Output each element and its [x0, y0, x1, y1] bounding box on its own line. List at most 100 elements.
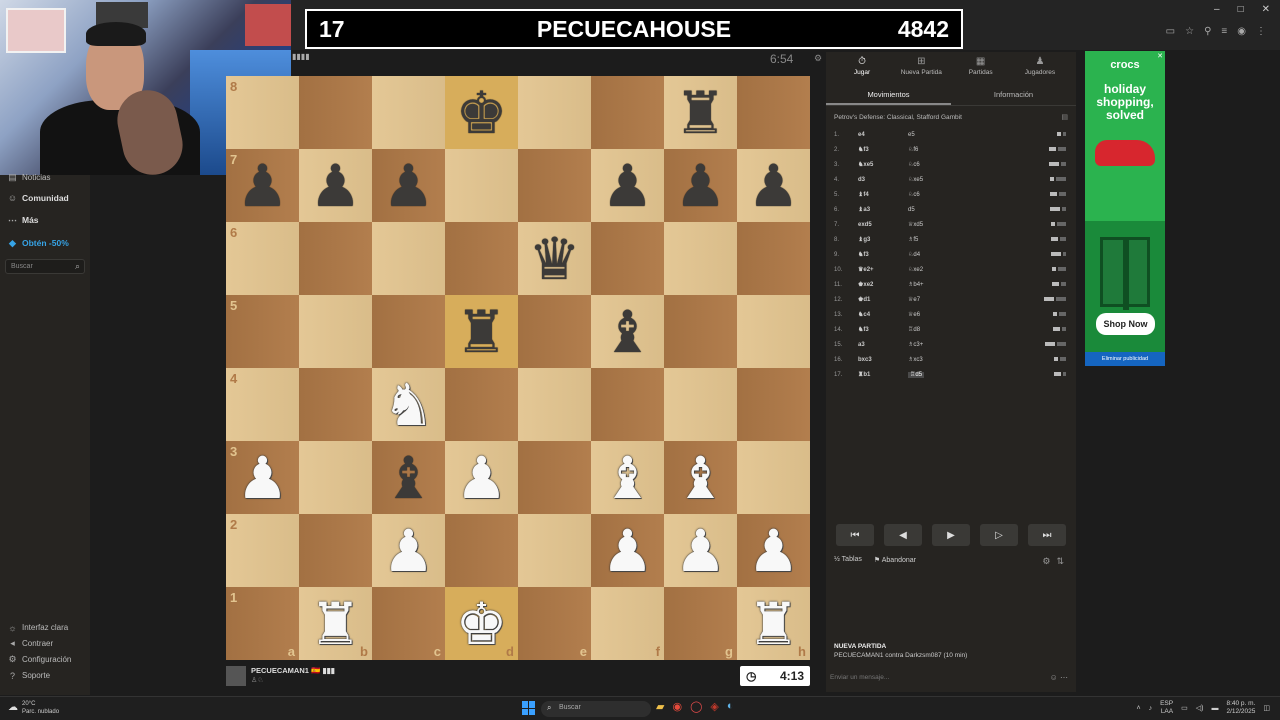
- sidebar-item-community[interactable]: ☺ Comunidad: [8, 193, 69, 203]
- white-move[interactable]: ♚xe2: [858, 281, 908, 288]
- advertisement[interactable]: crocs holiday shopping, solved Shop Now …: [1085, 51, 1165, 366]
- tab-moves[interactable]: Movimientos: [826, 86, 951, 105]
- white-move[interactable]: e4: [858, 132, 908, 138]
- emoji-icon[interactable]: ☺ ⋯: [1050, 673, 1068, 682]
- sidebar-search-input[interactable]: Buscar ⌕: [5, 259, 85, 274]
- network-icon[interactable]: ▭: [1181, 704, 1188, 712]
- white-move[interactable]: exd5: [858, 222, 908, 228]
- square-h7[interactable]: ♟: [737, 149, 810, 222]
- white-move[interactable]: ♞c4: [858, 311, 908, 318]
- black-move[interactable]: ♗xc3: [908, 356, 1008, 363]
- close-button[interactable]: ✕: [1262, 4, 1270, 15]
- square-f8[interactable]: [591, 76, 664, 149]
- square-d7[interactable]: [445, 149, 518, 222]
- black-move[interactable]: ♘c6: [908, 191, 1008, 198]
- square-h1[interactable]: h ♜: [737, 587, 810, 660]
- sidebar-item-light-ui[interactable]: ☼ Interfaz clara: [8, 623, 68, 633]
- white-rook-piece[interactable]: ♜: [748, 595, 800, 653]
- white-move[interactable]: ♝a3: [858, 206, 908, 213]
- square-e7[interactable]: [518, 149, 591, 222]
- square-c3[interactable]: ♝: [372, 441, 445, 514]
- square-f6[interactable]: [591, 222, 664, 295]
- square-e8[interactable]: [518, 76, 591, 149]
- square-e6[interactable]: ♛: [518, 222, 591, 295]
- steam-icon[interactable]: ◐: [727, 700, 734, 713]
- square-d2[interactable]: [445, 514, 518, 587]
- square-f7[interactable]: ♟: [591, 149, 664, 222]
- white-move[interactable]: ♞f3: [858, 326, 908, 333]
- square-b7[interactable]: ♟: [299, 149, 372, 222]
- square-b6[interactable]: [299, 222, 372, 295]
- flip-board-icon[interactable]: ⇅: [1056, 556, 1064, 567]
- square-c8[interactable]: [372, 76, 445, 149]
- star-icon[interactable]: ☆: [1185, 26, 1194, 37]
- white-move[interactable]: ♛e2+: [858, 266, 908, 273]
- square-f1[interactable]: f: [591, 587, 664, 660]
- square-g7[interactable]: ♟: [664, 149, 737, 222]
- square-e5[interactable]: [518, 295, 591, 368]
- white-move[interactable]: ♞f3: [858, 146, 908, 153]
- sidebar-item-more[interactable]: ⋯ Más: [8, 215, 39, 226]
- square-c2[interactable]: ♟: [372, 514, 445, 587]
- square-a3[interactable]: 3 ♟: [226, 441, 299, 514]
- sidebar-item-collapse[interactable]: ◂ Contraer: [8, 638, 53, 648]
- white-move[interactable]: bxc3: [858, 357, 908, 363]
- taskbar-search[interactable]: ⌕ Buscar: [541, 701, 651, 717]
- square-b1[interactable]: b ♜: [299, 587, 372, 660]
- tab-new-game[interactable]: ⊞ Nueva Partida: [893, 56, 949, 86]
- play-button[interactable]: ▶: [932, 524, 970, 546]
- square-e3[interactable]: [518, 441, 591, 514]
- white-pawn-piece[interactable]: ♟: [237, 449, 289, 507]
- tab-games[interactable]: ▦ Partidas: [953, 56, 1009, 86]
- square-c6[interactable]: [372, 222, 445, 295]
- square-b2[interactable]: [299, 514, 372, 587]
- square-g3[interactable]: ♝: [664, 441, 737, 514]
- white-pawn-piece[interactable]: ♟: [748, 522, 800, 580]
- square-a7[interactable]: 7 ♟: [226, 149, 299, 222]
- black-move[interactable]: d5: [908, 207, 1008, 213]
- square-h3[interactable]: [737, 441, 810, 514]
- square-h4[interactable]: [737, 368, 810, 441]
- white-rook-piece[interactable]: ♜: [310, 595, 362, 653]
- remove-ads-link[interactable]: Eliminar publicidad: [1085, 352, 1165, 366]
- black-move[interactable]: ♕e6: [908, 311, 1008, 318]
- black-move[interactable]: ♘xe2: [908, 266, 1008, 273]
- avatar[interactable]: [226, 666, 246, 686]
- black-move[interactable]: ♗f5: [908, 236, 1008, 243]
- square-f3[interactable]: ♝: [591, 441, 664, 514]
- sidebar-item-settings[interactable]: ⚙ Configuración: [8, 654, 71, 664]
- cast-icon[interactable]: ▭: [1166, 26, 1175, 37]
- black-move[interactable]: ♘f6: [908, 146, 1008, 153]
- white-bishop-piece[interactable]: ♝: [675, 449, 727, 507]
- chat-input[interactable]: Enviar un mensaje... ☺ ⋯: [830, 672, 1072, 686]
- chrome-icon[interactable]: ◉: [672, 700, 682, 713]
- player-name[interactable]: PECUECAMAN1 🇪🇸 ▮▮▮: [251, 666, 335, 675]
- profile-icon[interactable]: ◉: [1237, 26, 1246, 37]
- square-e1[interactable]: e: [518, 587, 591, 660]
- square-g2[interactable]: ♟: [664, 514, 737, 587]
- black-move[interactable]: e5: [908, 132, 1008, 138]
- square-b3[interactable]: [299, 441, 372, 514]
- tab-players[interactable]: ♟ Jugadores: [1012, 56, 1068, 86]
- notification-icon[interactable]: ◫: [1263, 704, 1270, 712]
- white-move[interactable]: ♚d1: [858, 296, 908, 303]
- white-move[interactable]: ♞f3: [858, 251, 908, 258]
- mic-icon[interactable]: ♪: [1149, 705, 1153, 712]
- square-g5[interactable]: [664, 295, 737, 368]
- black-move[interactable]: ♖d8: [908, 326, 1008, 333]
- square-d6[interactable]: [445, 222, 518, 295]
- black-move[interactable]: ♗c3+: [908, 341, 1008, 348]
- resign-button[interactable]: ⚑ Abandonar: [874, 556, 916, 564]
- white-pawn-piece[interactable]: ♟: [456, 449, 508, 507]
- windows-start-icon[interactable]: [522, 701, 536, 715]
- last-move-button[interactable]: ⏭: [1028, 524, 1066, 546]
- shop-now-button[interactable]: Shop Now: [1096, 313, 1155, 335]
- square-a4[interactable]: 4: [226, 368, 299, 441]
- app-icon[interactable]: ◈: [710, 700, 718, 713]
- white-pawn-piece[interactable]: ♟: [675, 522, 727, 580]
- black-move[interactable]: ♕xd5: [908, 221, 1008, 228]
- square-d8[interactable]: ♚: [445, 76, 518, 149]
- square-a1[interactable]: 1a: [226, 587, 299, 660]
- square-b4[interactable]: [299, 368, 372, 441]
- white-move[interactable]: ♜b1: [858, 371, 908, 378]
